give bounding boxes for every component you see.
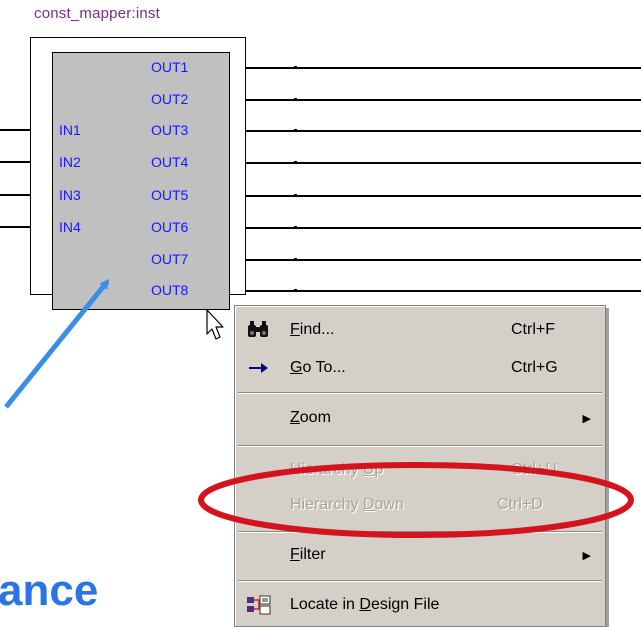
input-port-in4: IN4 — [59, 219, 81, 235]
wire-dot — [294, 226, 297, 229]
menu-separator — [238, 580, 602, 582]
wire-dot — [294, 98, 297, 101]
output-wire-out7 — [246, 259, 641, 261]
menu-item-hierarchy-down[interactable]: Hierarchy Down Ctrl+D — [235, 486, 605, 524]
wire-dot — [294, 129, 297, 132]
output-wire-out3 — [246, 130, 641, 132]
instance-symbol-body[interactable] — [52, 52, 230, 310]
menu-separator — [238, 445, 602, 447]
output-port-out6: OUT6 — [151, 219, 189, 235]
output-port-out2: OUT2 — [151, 91, 189, 107]
wire-dot — [294, 258, 297, 261]
output-port-out5: OUT5 — [151, 187, 189, 203]
shortcut-label: Ctrl+D — [497, 496, 543, 513]
output-wire-out8 — [246, 290, 641, 292]
input-wire-in4 — [0, 226, 30, 228]
menu-item-label: Find... — [290, 321, 335, 338]
input-wire-in2 — [0, 161, 30, 163]
input-port-in2: IN2 — [59, 154, 81, 170]
output-port-out8: OUT8 — [151, 282, 189, 298]
wire-dot — [294, 194, 297, 197]
output-port-out7: OUT7 — [151, 251, 189, 267]
output-wire-out4 — [246, 162, 641, 164]
menu-item-hierarchy-up[interactable]: Hierarchy Up Ctrl+U — [235, 451, 605, 489]
output-port-out4: OUT4 — [151, 154, 189, 170]
input-wire-in1 — [0, 129, 30, 131]
caption-fragment: ance — [0, 566, 99, 615]
shortcut-label: Ctrl+F — [511, 321, 555, 338]
menu-item-locate-in-design-file[interactable]: Locate in Design File — [235, 586, 605, 624]
menu-item-zoom[interactable]: Zoom ▶ — [235, 399, 605, 437]
menu-item-find[interactable]: Find... Ctrl+F — [235, 311, 605, 349]
output-wire-out2 — [246, 99, 641, 101]
output-wire-out1 — [246, 67, 641, 69]
menu-item-label: Zoom — [290, 409, 331, 426]
output-wire-out5 — [246, 195, 641, 197]
menu-separator — [238, 392, 602, 394]
menu-item-label: Go To... — [290, 359, 346, 376]
menu-item-label: Locate in Design File — [290, 596, 440, 613]
wire-dot — [294, 289, 297, 292]
menu-item-go-to[interactable]: Go To... Ctrl+G — [235, 349, 605, 387]
arrow-right-icon — [249, 363, 268, 373]
locate-in-design-icon — [247, 595, 271, 615]
shortcut-label: Ctrl+G — [511, 359, 558, 376]
wire-dot — [294, 161, 297, 164]
output-port-out1: OUT1 — [151, 59, 189, 75]
menu-item-label: Filter — [290, 546, 326, 563]
binoculars-icon — [248, 321, 268, 337]
input-wire-in3 — [0, 194, 30, 196]
output-wire-out6 — [246, 227, 641, 229]
menu-item-label: Hierarchy Down — [290, 496, 404, 513]
submenu-arrow-icon: ▶ — [582, 550, 591, 562]
instance-label: const_mapper:inst — [34, 5, 160, 22]
input-port-in3: IN3 — [59, 187, 81, 203]
input-port-in1: IN1 — [59, 122, 81, 138]
output-port-out3: OUT3 — [151, 122, 189, 138]
context-menu: Find... Ctrl+F Go To... Ctrl+G Zoom ▶ Hi… — [234, 305, 606, 627]
submenu-arrow-icon: ▶ — [582, 413, 591, 425]
menu-item-filter[interactable]: Filter ▶ — [235, 536, 605, 574]
menu-separator — [238, 531, 602, 533]
shortcut-label: Ctrl+U — [511, 461, 557, 478]
wire-dot — [294, 66, 297, 69]
menu-item-label: Hierarchy Up — [290, 461, 384, 478]
